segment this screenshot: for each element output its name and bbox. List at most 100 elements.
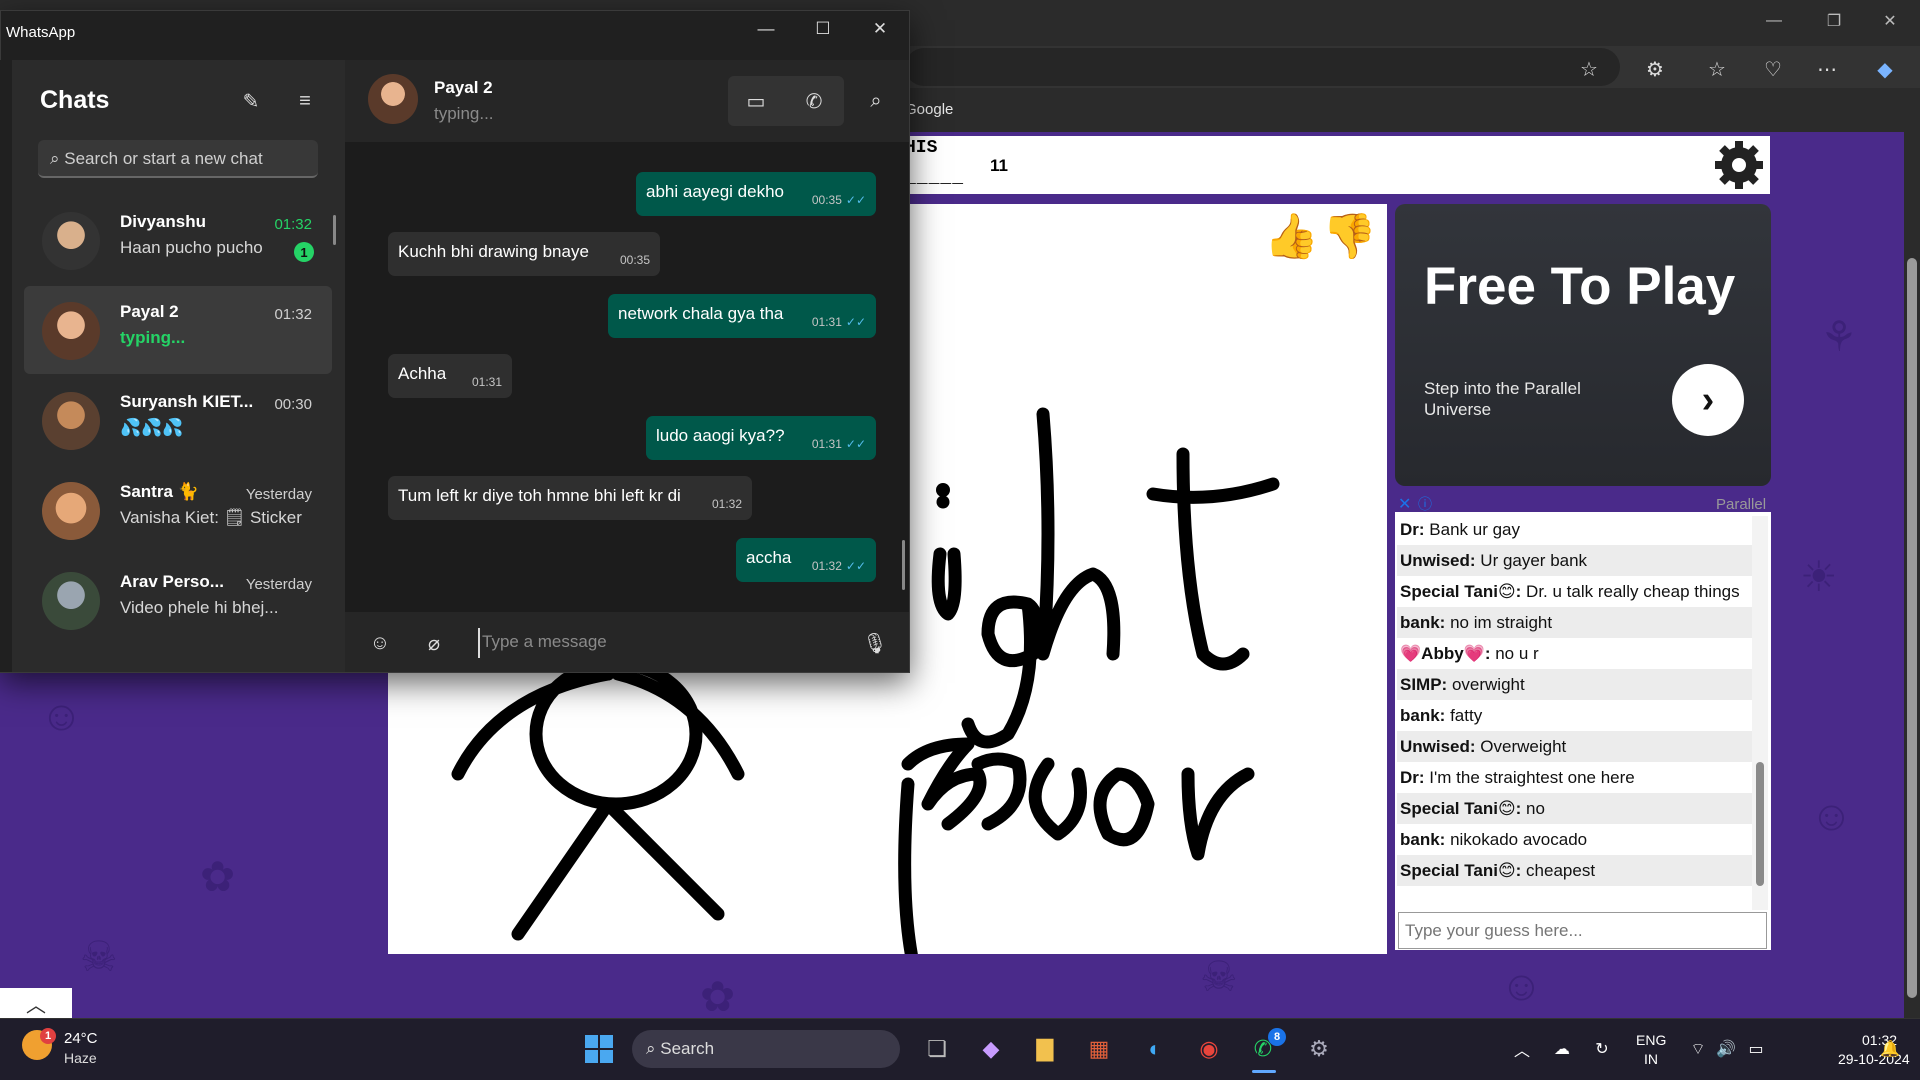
message-time: 00:35 <box>619 253 650 267</box>
emoji-icon[interactable]: ☺ <box>363 626 397 660</box>
chat-message: Special Tani😊: cheapest <box>1397 855 1752 886</box>
chat-item-suryansh[interactable]: Suryansh KIET... 00:30 💦💦💦 <box>24 376 332 464</box>
ad-arrow-icon[interactable]: › <box>1672 364 1744 436</box>
favorite-google-link[interactable]: Google <box>905 101 953 118</box>
file-explorer-icon[interactable]: ▇ <box>1026 1030 1064 1068</box>
battery-icon[interactable]: ▭ <box>1742 1034 1770 1064</box>
favorites-icon[interactable]: ☆ <box>1700 52 1734 86</box>
chat-message: Unwised: Overweight <box>1397 731 1752 762</box>
show-hidden-icons-chevron-icon[interactable]: ︿ <box>1508 1034 1536 1064</box>
onedrive-cloud-icon[interactable]: ☁ <box>1548 1034 1576 1064</box>
extensions-icon[interactable]: ⚙ <box>1638 52 1672 86</box>
copilot-icon[interactable]: ◆ <box>1868 52 1902 86</box>
message-bubble[interactable]: accha 01:32 ✓✓ <box>736 538 876 582</box>
taskbar-search-label: Search <box>660 1039 715 1058</box>
message-bubble[interactable]: abhi aayegi dekho 00:35 ✓✓ <box>636 172 876 216</box>
message-bubble[interactable]: Tum left kr diye toh hmne bhi left kr di… <box>388 476 752 520</box>
chat-item-divyanshu[interactable]: Divyanshu 01:32 Haan pucho pucho 1 <box>24 196 332 284</box>
attach-icon[interactable]: ⌀ <box>417 626 451 660</box>
weather-badge: 1 <box>40 1028 56 1044</box>
notification-bell-icon[interactable]: 🔔 <box>1876 1034 1904 1064</box>
conversation-scrollbar[interactable] <box>902 540 905 590</box>
read-ticks-icon: ✓✓ <box>845 559 866 573</box>
chat-preview: Haan pucho pucho <box>120 238 263 257</box>
weather-temperature[interactable]: 24°C <box>64 1030 98 1047</box>
message-time: 01:31 <box>471 375 502 389</box>
page-scrollbar-thumb[interactable] <box>1907 258 1917 998</box>
weather-condition[interactable]: Haze <box>64 1050 97 1066</box>
avatar[interactable] <box>368 74 418 124</box>
scroll-up-chevron-icon[interactable]: ︿ <box>0 988 72 1018</box>
browser-essentials-icon[interactable]: ♡ <box>1756 52 1790 86</box>
chat-message: Dr: I'm the straightest one here <box>1400 768 1635 787</box>
sidebar-scrollbar[interactable] <box>333 215 336 245</box>
chat-message: 💗Abby💗: no u r <box>1400 644 1539 663</box>
thumbs-down-icon[interactable]: 👎 <box>1322 210 1377 262</box>
microsoft-store-icon[interactable]: ▦ <box>1080 1030 1118 1068</box>
letter-count: 11 <box>990 156 1008 175</box>
wifi-icon[interactable]: ⌔ <box>1684 1034 1712 1064</box>
chat-message: Unwised: Ur gayer bank <box>1397 545 1752 576</box>
message-bubble[interactable]: network chala gya tha 01:31 ✓✓ <box>608 294 876 338</box>
task-view-icon[interactable]: ❏ <box>918 1030 956 1068</box>
copilot-app-icon[interactable]: ◆ <box>972 1030 1010 1068</box>
whatsapp-maximize-button[interactable]: ☐ <box>795 10 851 48</box>
volume-icon[interactable]: 🔊 <box>1712 1034 1740 1064</box>
guess-input[interactable] <box>1398 912 1767 949</box>
search-icon[interactable]: ⌕ <box>854 80 898 122</box>
doodle-icon: ☠ <box>1200 953 1238 1000</box>
doodle-icon: ☀ <box>1800 553 1838 600</box>
chat-message: bank: nikokado avocado <box>1400 830 1588 849</box>
chat-item-payal-2[interactable]: Payal 2 01:32 typing... <box>24 286 332 374</box>
message-bubble[interactable]: Achha 01:31 <box>388 354 512 398</box>
chrome-icon[interactable]: ◉ <box>1190 1030 1228 1068</box>
browser-close-button[interactable]: ✕ <box>1862 0 1918 42</box>
search-icon: ⌕ <box>50 149 65 168</box>
message-input[interactable]: Type a message <box>478 628 848 658</box>
settings-gear-icon[interactable] <box>1712 138 1766 192</box>
chat-name: Payal 2 <box>120 302 179 321</box>
message-bubble[interactable]: Kuchh bhi drawing bnaye 00:35 <box>388 232 660 276</box>
browser-restore-button[interactable]: ❐ <box>1806 0 1862 42</box>
chat-search-input[interactable]: ⌕ Search or start a new chat <box>38 140 318 178</box>
whatsapp-minimize-button[interactable]: — <box>738 10 794 48</box>
ad-close-icon[interactable]: ✕ <box>1398 494 1411 514</box>
browser-minimize-button[interactable]: — <box>1746 0 1802 42</box>
microphone-icon[interactable]: 🎙 <box>858 626 892 660</box>
chat-time: Yesterday <box>245 486 312 503</box>
unread-badge: 1 <box>294 242 314 262</box>
thumbs-up-icon[interactable]: 👍 <box>1264 210 1319 262</box>
filter-icon[interactable]: ≡ <box>290 86 320 116</box>
voice-call-icon[interactable]: ✆ <box>792 80 836 122</box>
message-bubble[interactable]: ludo aaogi kya?? 01:31 ✓✓ <box>646 416 876 460</box>
chat-time: 01:32 <box>274 216 312 233</box>
windows-start-icon[interactable] <box>584 1034 614 1064</box>
read-ticks-icon: ✓✓ <box>845 193 866 207</box>
chat-message: Dr: Bank ur gay <box>1400 520 1521 539</box>
whatsapp-close-button[interactable]: ✕ <box>852 10 908 48</box>
message-text: accha <box>746 548 792 567</box>
more-menu-icon[interactable]: ⋯ <box>1810 52 1844 86</box>
chat-preview: typing... <box>120 328 186 347</box>
video-call-icon[interactable]: ▭ <box>734 80 778 122</box>
settings-app-icon[interactable]: ⚙ <box>1300 1030 1338 1068</box>
region-indicator[interactable]: IN <box>1644 1051 1658 1067</box>
edge-icon[interactable]: ◐ <box>1136 1030 1174 1068</box>
chat-time: 01:32 <box>274 306 312 323</box>
taskbar-search[interactable]: ⌕ Search <box>632 1030 900 1068</box>
ad-info-icon[interactable]: ⓘ <box>1418 494 1432 514</box>
sync-icon[interactable]: ↻ <box>1588 1034 1616 1064</box>
chat-preview: Video phele hi bhej... <box>120 598 279 617</box>
new-chat-icon[interactable]: ✎ <box>236 86 266 116</box>
address-bar[interactable] <box>905 48 1620 86</box>
read-ticks-icon: ✓✓ <box>845 315 866 329</box>
read-ticks-icon: ✓✓ <box>845 437 866 451</box>
advertisement-banner[interactable] <box>1395 204 1771 486</box>
game-chat-scrollbar-thumb[interactable] <box>1756 762 1764 886</box>
favorite-star-icon[interactable]: ☆ <box>1572 52 1606 86</box>
chat-item-arav[interactable]: Arav Perso... Yesterday Video phele hi b… <box>24 556 332 644</box>
chat-item-santra[interactable]: Santra 🐈 Yesterday Vanisha Kiet: 🗒 Stick… <box>24 466 332 554</box>
chat-message: SIMP: overwight <box>1397 669 1752 700</box>
language-indicator[interactable]: ENG <box>1636 1032 1666 1048</box>
avatar <box>42 572 100 630</box>
